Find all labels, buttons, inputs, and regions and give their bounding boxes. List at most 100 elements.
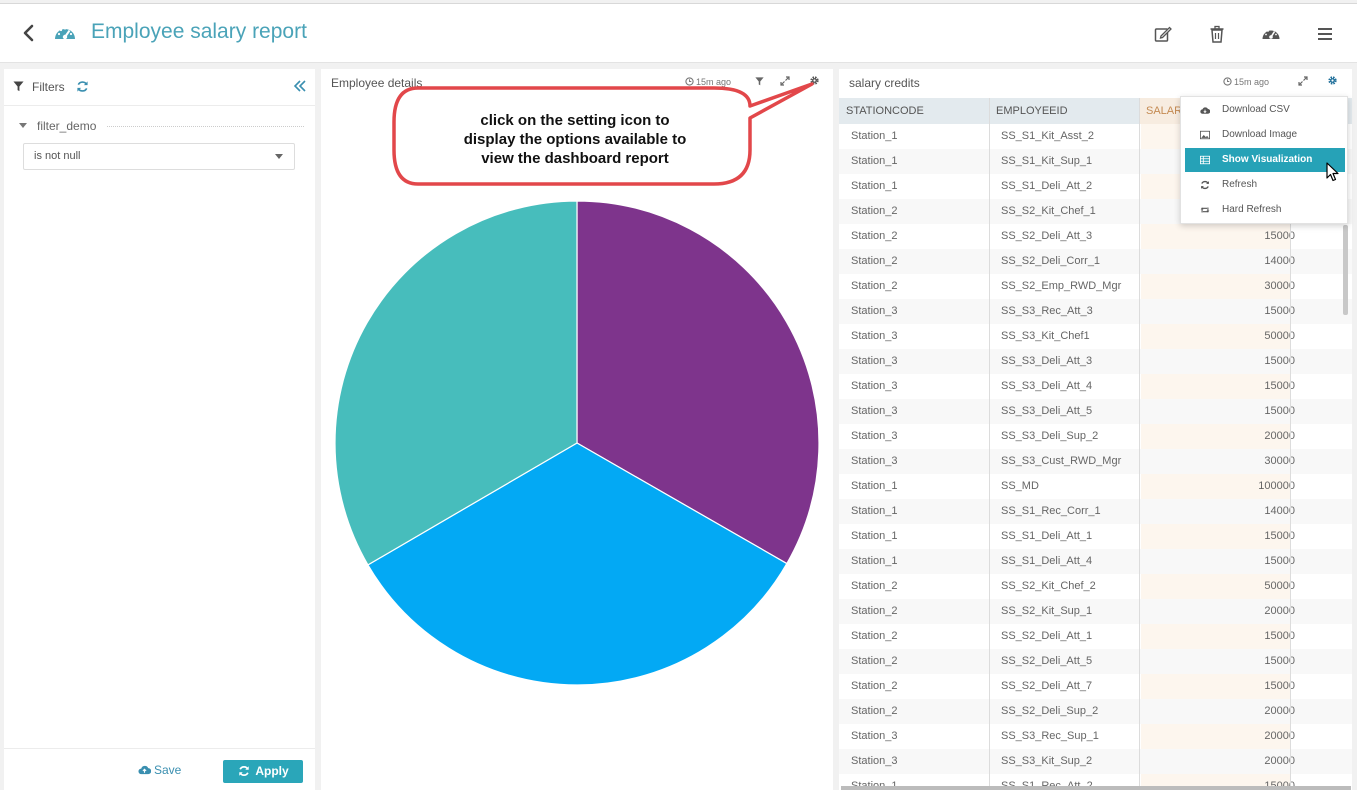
cloud-download-icon: [1200, 107, 1210, 114]
table-cell: Station_2: [851, 605, 898, 617]
table-cell: Station_3: [851, 355, 898, 367]
table-row[interactable]: Station_2 SS_S2_Deli_Att_5 15000: [839, 649, 1352, 674]
table-cell: 15000: [1264, 555, 1295, 567]
table-row[interactable]: Station_1 SS_S1_Rec_Corr_1 14000: [839, 499, 1352, 524]
table-cell: SS_S2_Deli_Att_3: [1001, 230, 1093, 242]
table-cell: 14000: [1264, 255, 1295, 267]
table-cell: 15000: [1264, 380, 1295, 392]
table-cell: SS_S1_Deli_Att_1: [1001, 530, 1093, 542]
menu-item-refresh[interactable]: Refresh: [1181, 173, 1349, 197]
vertical-scrollbar[interactable]: [1343, 225, 1348, 315]
refresh-icon[interactable]: [76, 80, 89, 93]
table-cell: 100000: [1258, 480, 1295, 492]
table-cell: SS_S2_Deli_Att_5: [1001, 655, 1093, 667]
table-cell: SS_S2_Deli_Sup_2: [1001, 705, 1099, 717]
table-cell: 20000: [1264, 730, 1295, 742]
table-cell: 20000: [1264, 705, 1295, 717]
table-row[interactable]: Station_1 SS_MD 100000: [839, 474, 1352, 499]
retweet-icon: [1200, 207, 1210, 213]
table-row[interactable]: Station_3 SS_S3_Deli_Att_3 15000: [839, 349, 1352, 374]
table-cell: SS_S2_Kit_Sup_1: [1001, 605, 1093, 617]
save-label: Save: [154, 763, 182, 777]
table-cell: Station_1: [851, 530, 898, 542]
table-row[interactable]: Station_1 SS_S1_Deli_Att_4 15000: [839, 549, 1352, 574]
edit-icon[interactable]: [1153, 24, 1173, 44]
table-cell: 15000: [1264, 305, 1295, 317]
table-cell: 20000: [1264, 755, 1295, 767]
dashboard-icon[interactable]: [1261, 24, 1281, 44]
table-cell: Station_1: [851, 130, 898, 142]
table-cell: SS_S3_Deli_Att_3: [1001, 355, 1093, 367]
table-row[interactable]: Station_2 SS_S2_Deli_Att_7 15000: [839, 674, 1352, 699]
table-row[interactable]: Station_3 SS_S3_Rec_Att_3 15000: [839, 299, 1352, 324]
clock-icon: [1223, 77, 1232, 86]
table-cell: Station_3: [851, 380, 898, 392]
table-cell: SS_S1_Deli_Att_2: [1001, 180, 1093, 192]
table-cell: Station_1: [851, 480, 898, 492]
table-row[interactable]: Station_3 SS_S3_Deli_Att_4 15000: [839, 374, 1352, 399]
table-cell: 15000: [1264, 680, 1295, 692]
table-cell: SS_S1_Rec_Corr_1: [1001, 505, 1101, 517]
menu-item-label: Show Visualization: [1222, 154, 1313, 165]
table-cell: 15000: [1264, 230, 1295, 242]
table-cell: Station_2: [851, 655, 898, 667]
horizontal-scrollbar[interactable]: [841, 786, 1351, 790]
table-cell: Station_2: [851, 280, 898, 292]
table-cell: Station_2: [851, 580, 898, 592]
table-row[interactable]: Station_2 SS_S2_Deli_Sup_2 20000: [839, 699, 1352, 724]
table-row[interactable]: Station_3 SS_S3_Rec_Sup_1 20000: [839, 724, 1352, 749]
menu-item-hard-refresh[interactable]: Hard Refresh: [1181, 198, 1349, 222]
table-cell: SS_S3_Deli_Att_5: [1001, 405, 1093, 417]
back-arrow-icon[interactable]: [19, 23, 39, 43]
table-row[interactable]: Station_3 SS_S3_Deli_Sup_2 20000: [839, 424, 1352, 449]
column-divider: [1139, 98, 1140, 790]
save-button[interactable]: Save: [138, 763, 181, 777]
menu-item-download-csv[interactable]: Download CSV: [1181, 98, 1349, 122]
table-cell: SS_S3_Rec_Sup_1: [1001, 730, 1099, 742]
column-header[interactable]: STATIONCODE: [839, 98, 989, 124]
table-row[interactable]: Station_2 SS_S2_Emp_RWD_Mgr 30000: [839, 274, 1352, 299]
table-row[interactable]: Station_3 SS_S3_Cust_RWD_Mgr 30000: [839, 449, 1352, 474]
hamburger-menu-icon[interactable]: [1315, 24, 1335, 44]
table-row[interactable]: Station_3 SS_S3_Kit_Sup_2 20000: [839, 749, 1352, 774]
trash-icon[interactable]: [1207, 24, 1227, 44]
table-cell: 30000: [1264, 280, 1295, 292]
collapse-panel-icon[interactable]: [293, 79, 307, 93]
table-cell: 15000: [1264, 655, 1295, 667]
table-cell: SS_S2_Kit_Chef_1: [1001, 205, 1096, 217]
menu-item-download-image[interactable]: Download Image: [1181, 123, 1349, 147]
column-header[interactable]: EMPLOYEEID: [989, 98, 1139, 124]
apply-button[interactable]: Apply: [223, 760, 303, 783]
refresh-icon: [1201, 180, 1209, 190]
menu-item-show-visualization[interactable]: Show Visualization: [1185, 148, 1345, 172]
table-cell: SS_S3_Kit_Chef1: [1001, 330, 1090, 342]
table-cell: 20000: [1264, 605, 1295, 617]
filters-title: Filters: [32, 80, 65, 94]
table-row[interactable]: Station_3 SS_S3_Kit_Chef1 50000: [839, 324, 1352, 349]
table-cell: Station_3: [851, 455, 898, 467]
table-cell: Station_3: [851, 405, 898, 417]
table-row[interactable]: Station_3 SS_S3_Deli_Att_5 15000: [839, 399, 1352, 424]
apply-label: Apply: [255, 764, 289, 778]
table-cell: 50000: [1264, 330, 1295, 342]
table-cell: Station_1: [851, 555, 898, 567]
table-row[interactable]: Station_2 SS_S2_Deli_Corr_1 14000: [839, 249, 1352, 274]
menu-item-label: Download CSV: [1222, 104, 1290, 115]
filter-icon: [13, 81, 24, 92]
table-cell: SS_S1_Kit_Asst_2: [1001, 130, 1094, 142]
expand-icon[interactable]: [1298, 76, 1308, 86]
table-cell: Station_3: [851, 730, 898, 742]
filters-panel: Filters filter_demo is not null Save App…: [4, 69, 315, 790]
table-row[interactable]: Station_1 SS_S1_Deli_Att_1 15000: [839, 524, 1352, 549]
table-row[interactable]: Station_2 SS_S2_Deli_Att_3 15000: [839, 224, 1352, 249]
dropdown-caret-icon: [275, 154, 283, 159]
table-row[interactable]: Station_2 SS_S2_Kit_Chef_2 50000: [839, 574, 1352, 599]
table-row[interactable]: Station_2 SS_S2_Kit_Sup_1 20000: [839, 599, 1352, 624]
table-row[interactable]: Station_2 SS_S2_Deli_Att_1 15000: [839, 624, 1352, 649]
gear-icon[interactable]: [1327, 75, 1338, 86]
filter-value-text: is not null: [34, 150, 81, 162]
caret-down-icon[interactable]: [19, 123, 27, 129]
filter-value-select[interactable]: is not null: [23, 143, 295, 170]
table-cell: SS_S3_Kit_Sup_2: [1001, 755, 1093, 767]
table-cell: Station_3: [851, 755, 898, 767]
